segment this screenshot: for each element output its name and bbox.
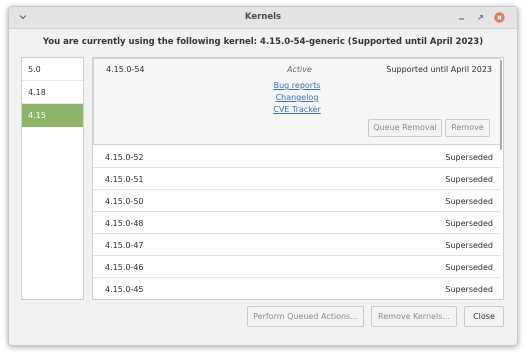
kernel-version: 4.15.0-50 — [105, 197, 144, 206]
sidebar-item-5-0[interactable]: 5.0 — [22, 58, 83, 81]
remove-kernels-button[interactable]: Remove Kernels... — [371, 306, 457, 327]
sidebar-item-4-15[interactable]: 4.15 — [22, 104, 83, 127]
kernel-row[interactable]: 4.15.0-46 Superseded — [93, 256, 501, 278]
close-icon[interactable] — [494, 12, 505, 23]
kernel-row[interactable]: 4.15.0-45 Superseded — [93, 278, 501, 299]
kernel-list: 4.15.0-54 Active Supported until April 2… — [92, 57, 504, 300]
kernel-series-sidebar: 5.0 4.18 4.15 — [21, 57, 84, 300]
kernel-status: Superseded — [445, 285, 493, 294]
kernel-support: Supported until April 2023 — [386, 65, 492, 74]
close-button[interactable]: Close — [464, 306, 504, 327]
kernel-version: 4.15.0-47 — [105, 241, 144, 250]
kernel-row[interactable]: 4.15.0-47 Superseded — [93, 234, 501, 256]
changelog-link[interactable]: Changelog — [94, 92, 500, 104]
kernels-window: Kernels You are currently using the foll… — [8, 6, 518, 346]
kernel-status: Superseded — [445, 219, 493, 228]
kernel-row[interactable]: 4.15.0-52 Superseded — [93, 146, 501, 168]
kernel-row[interactable]: 4.15.0-50 Superseded — [93, 190, 501, 212]
bug-reports-link[interactable]: Bug reports — [94, 80, 500, 92]
remove-button[interactable]: Remove — [445, 119, 490, 137]
window-title: Kernels — [244, 12, 282, 22]
scrollbar[interactable] — [500, 60, 502, 150]
active-kernel-row[interactable]: 4.15.0-54 Active Supported until April 2… — [93, 58, 501, 145]
minimize-icon[interactable] — [456, 12, 467, 23]
perform-queued-actions-button[interactable]: Perform Queued Actions... — [247, 306, 364, 327]
kernel-status: Superseded — [445, 241, 493, 250]
kernel-status: Superseded — [445, 197, 493, 206]
kernel-version: 4.15.0-48 — [105, 219, 144, 228]
kernel-row[interactable]: 4.15.0-48 Superseded — [93, 212, 501, 234]
kernel-version: 4.15.0-51 — [105, 175, 144, 184]
cve-tracker-link[interactable]: CVE Tracker — [94, 104, 500, 116]
kernel-status: Active — [287, 65, 312, 74]
kernel-row[interactable]: 4.15.0-51 Superseded — [93, 168, 501, 190]
kernel-status: Superseded — [445, 153, 493, 162]
kernel-version: 4.15.0-52 — [105, 153, 144, 162]
sidebar-item-4-18[interactable]: 4.18 — [22, 81, 83, 104]
kernel-version: 4.15.0-46 — [105, 263, 144, 272]
kernel-version: 4.15.0-45 — [105, 285, 144, 294]
title-bar: Kernels — [9, 7, 517, 29]
current-kernel-heading: You are currently using the following ke… — [42, 37, 484, 47]
kernel-links: Bug reports Changelog CVE Tracker — [94, 80, 500, 116]
queue-removal-button[interactable]: Queue Removal — [368, 119, 442, 137]
kernel-status: Superseded — [445, 263, 493, 272]
kernel-version: 4.15.0-54 — [106, 65, 145, 74]
kernel-status: Superseded — [445, 175, 493, 184]
maximize-icon[interactable] — [475, 12, 486, 23]
